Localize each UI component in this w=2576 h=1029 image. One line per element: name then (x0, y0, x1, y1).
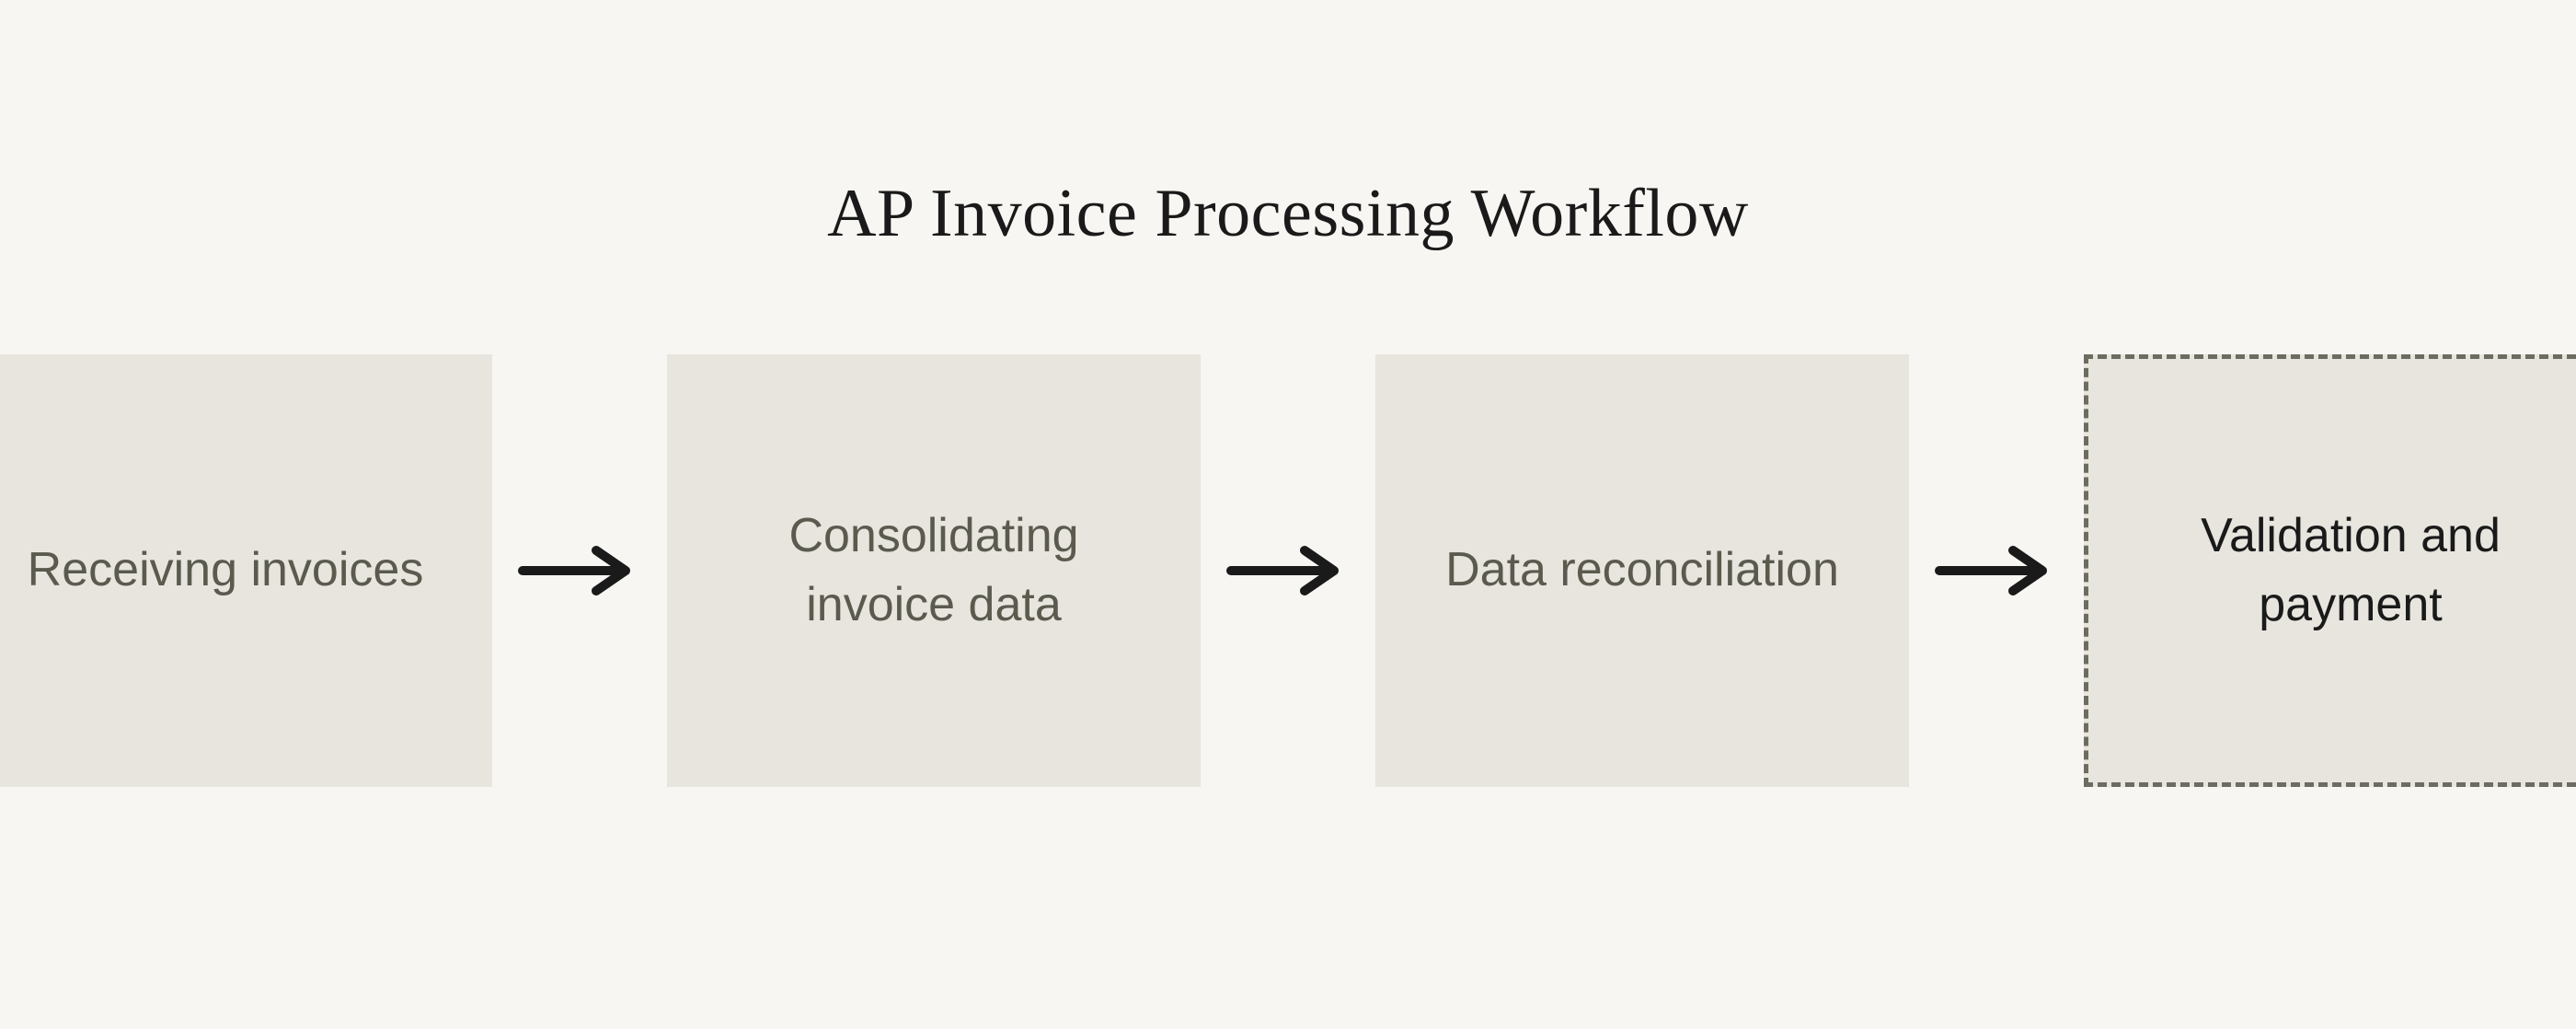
diagram-title: AP Invoice Processing Workflow (827, 175, 1749, 253)
workflow-step-label: Data reconciliation (1445, 536, 1839, 605)
workflow-step-label: Receiving invoices (28, 536, 424, 605)
arrow-right-icon (492, 543, 667, 598)
arrow-right-icon (1909, 543, 2084, 598)
diagram-container: AP Invoice Processing Workflow Receiving… (0, 0, 2576, 1029)
workflow-step-consolidating: Consolidating invoice data (667, 354, 1201, 787)
workflow-step-receiving: Receiving invoices (0, 354, 492, 787)
workflow-step-validation: Validation and payment (2084, 354, 2576, 787)
arrow-right-icon (1201, 543, 1375, 598)
workflow-step-reconciliation: Data reconciliation (1375, 354, 1909, 787)
workflow-step-label: Validation and payment (2144, 502, 2558, 641)
workflow-row: Receiving invoices Consolidating invoice… (0, 354, 2576, 787)
workflow-step-label: Consolidating invoice data (722, 502, 1145, 641)
